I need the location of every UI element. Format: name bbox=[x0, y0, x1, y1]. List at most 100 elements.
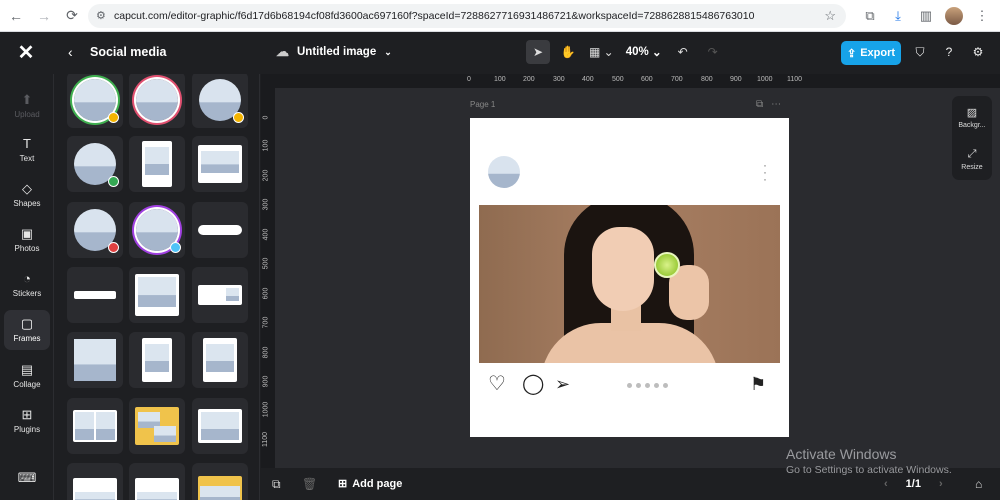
frame-thumb[interactable] bbox=[67, 332, 123, 388]
frame-thumb[interactable] bbox=[192, 202, 248, 258]
trash-icon[interactable]: 🗑 bbox=[302, 477, 317, 491]
duplicate-page-icon[interactable]: ⧉ bbox=[756, 99, 763, 110]
photo-woman-with-lime[interactable] bbox=[479, 205, 780, 363]
document-name[interactable]: ☁ Untitled image ⌄ bbox=[276, 44, 392, 60]
ruler-top: 0 100 200 300 400 500 600 700 800 900 10… bbox=[261, 74, 1000, 88]
stickers-icon: ◔ bbox=[23, 271, 31, 286]
document-title: Untitled image bbox=[297, 46, 377, 58]
frame-thumb[interactable] bbox=[192, 463, 248, 500]
ruler-tick: 400 bbox=[582, 76, 594, 83]
more-horizontal-icon[interactable]: ⋯ bbox=[771, 99, 781, 110]
frame-thumb[interactable] bbox=[67, 463, 123, 500]
redo-icon[interactable]: ↷ bbox=[701, 40, 725, 64]
rail-item-stickers[interactable]: ◔ Stickers bbox=[4, 265, 50, 305]
select-pointer-icon[interactable]: ➤ bbox=[526, 40, 550, 64]
add-page-label: Add page bbox=[352, 477, 403, 490]
shield-icon[interactable]: ⛉ bbox=[910, 42, 930, 62]
frame-thumb[interactable] bbox=[67, 202, 123, 258]
site-info-icon[interactable]: ⚙ bbox=[96, 9, 110, 23]
frame-thumb[interactable] bbox=[192, 398, 248, 454]
frame-thumb[interactable] bbox=[192, 136, 248, 192]
rail-item-plugins[interactable]: ⊞ Plugins bbox=[4, 401, 50, 441]
ruler-tick: 900 bbox=[730, 76, 742, 83]
previous-page-icon[interactable]: ‹ bbox=[884, 478, 888, 490]
frame-thumb[interactable] bbox=[129, 267, 185, 323]
photos-icon: ▣ bbox=[20, 226, 34, 241]
cloud-icon: ☁ bbox=[276, 44, 289, 59]
copy-page-icon[interactable]: ⧉ bbox=[272, 477, 281, 492]
design-page[interactable]: · · · ♡ ◯ ➢ ⚑ bbox=[470, 118, 789, 437]
send-icon[interactable]: ➢ bbox=[555, 372, 579, 396]
menu-icon[interactable]: ⋮ bbox=[970, 4, 994, 28]
app-header: ✕ ‹ Social media ☁ Untitled image ⌄ ➤ ✋ … bbox=[0, 32, 1000, 74]
frame-thumb[interactable] bbox=[192, 267, 248, 323]
frame-thumb[interactable] bbox=[67, 398, 123, 454]
frame-thumb[interactable] bbox=[192, 332, 248, 388]
undo-icon[interactable]: ↶ bbox=[671, 40, 695, 64]
rail-item-text[interactable]: T Text bbox=[4, 130, 50, 170]
frame-thumb[interactable] bbox=[129, 398, 185, 454]
frames-panel bbox=[55, 74, 260, 500]
heart-icon[interactable]: ♡ bbox=[488, 372, 512, 396]
reload-icon[interactable]: ⟳ bbox=[60, 4, 84, 28]
export-label: Export bbox=[860, 47, 896, 59]
text-icon: T bbox=[23, 136, 31, 151]
add-page-button[interactable]: ⊞ Add page bbox=[338, 477, 403, 491]
download-icon[interactable]: ⤓ bbox=[886, 4, 910, 28]
help-icon[interactable]: ? bbox=[939, 42, 959, 62]
keyboard-icon[interactable]: ⌨ bbox=[4, 458, 50, 498]
frame-thumb[interactable] bbox=[129, 332, 185, 388]
frame-thumb[interactable] bbox=[67, 74, 123, 128]
rail-item-shapes[interactable]: ◇ Shapes bbox=[4, 175, 50, 215]
ruler-tick: 300 bbox=[262, 198, 270, 211]
hand-pan-icon[interactable]: ✋ bbox=[556, 40, 580, 64]
side-panel-icon[interactable]: ▥ bbox=[914, 4, 938, 28]
extensions-icon[interactable]: ⧉ bbox=[858, 4, 882, 28]
rail-item-photos[interactable]: ▣ Photos bbox=[4, 220, 50, 260]
rail-label: Shapes bbox=[13, 199, 41, 208]
next-page-icon[interactable]: › bbox=[939, 478, 943, 490]
capcut-logo-icon[interactable]: ✕ bbox=[14, 41, 38, 65]
export-button[interactable]: ⇪ Export bbox=[841, 41, 901, 65]
settings-icon[interactable]: ⚙ bbox=[968, 42, 988, 62]
chevron-left-icon[interactable]: ‹ bbox=[68, 44, 73, 60]
pager: ‹ 1/1 › bbox=[884, 478, 943, 490]
comment-icon[interactable]: ◯ bbox=[522, 372, 546, 396]
frame-preview bbox=[198, 145, 242, 183]
back-arrow-icon[interactable]: ← bbox=[4, 4, 28, 28]
frame-preview bbox=[74, 209, 119, 253]
panel-title: Social media bbox=[90, 45, 167, 59]
rail-item-collage[interactable]: ▤ Collage bbox=[4, 356, 50, 396]
frame-thumb[interactable] bbox=[129, 463, 185, 500]
resize-tool[interactable]: ⤢ Resize bbox=[952, 140, 992, 178]
profile-avatar[interactable] bbox=[942, 4, 966, 28]
layout-icon[interactable]: ▦ ⌄ bbox=[586, 40, 617, 64]
more-vertical-icon[interactable]: · · · bbox=[762, 159, 768, 185]
url-text: capcut.com/editor-graphic/f6d17d6b68194c… bbox=[114, 10, 755, 22]
frame-thumb[interactable] bbox=[129, 202, 185, 258]
frame-thumb[interactable] bbox=[129, 74, 185, 128]
frame-thumb[interactable] bbox=[129, 136, 185, 192]
rail-item-frames[interactable]: ▢ Frames bbox=[4, 310, 50, 350]
export-icon: ⇪ bbox=[846, 47, 857, 60]
layers-icon[interactable]: ⌂ bbox=[975, 477, 982, 491]
frame-preview bbox=[198, 285, 242, 305]
frame-thumb[interactable] bbox=[192, 74, 248, 128]
ruler-tick: 600 bbox=[262, 287, 270, 300]
frame-preview bbox=[136, 209, 181, 253]
ruler-tick: 700 bbox=[262, 316, 270, 329]
ruler-tick: 900 bbox=[262, 375, 270, 388]
ruler-tick: 100 bbox=[494, 76, 506, 83]
bookmark-star-icon[interactable]: ☆ bbox=[824, 8, 836, 24]
address-bar[interactable]: ⚙ capcut.com/editor-graphic/f6d17d6b6819… bbox=[88, 4, 846, 28]
profile-frame-avatar[interactable] bbox=[488, 156, 520, 188]
frame-thumb[interactable] bbox=[67, 136, 123, 192]
background-tool[interactable]: ▨ Backgr... bbox=[952, 98, 992, 136]
zoom-level[interactable]: 40% ⌄ bbox=[623, 40, 665, 64]
left-rail: ⬆ Upload T Text ◇ Shapes ▣ Photos ◔ Stic… bbox=[0, 74, 54, 500]
bookmark-icon[interactable]: ⚑ bbox=[750, 372, 774, 396]
frame-thumb[interactable] bbox=[67, 267, 123, 323]
keyboard-icon-glyph: ⌨ bbox=[17, 470, 37, 485]
rail-item-upload[interactable]: ⬆ Upload bbox=[4, 86, 50, 126]
forward-arrow-icon[interactable]: → bbox=[32, 4, 56, 28]
